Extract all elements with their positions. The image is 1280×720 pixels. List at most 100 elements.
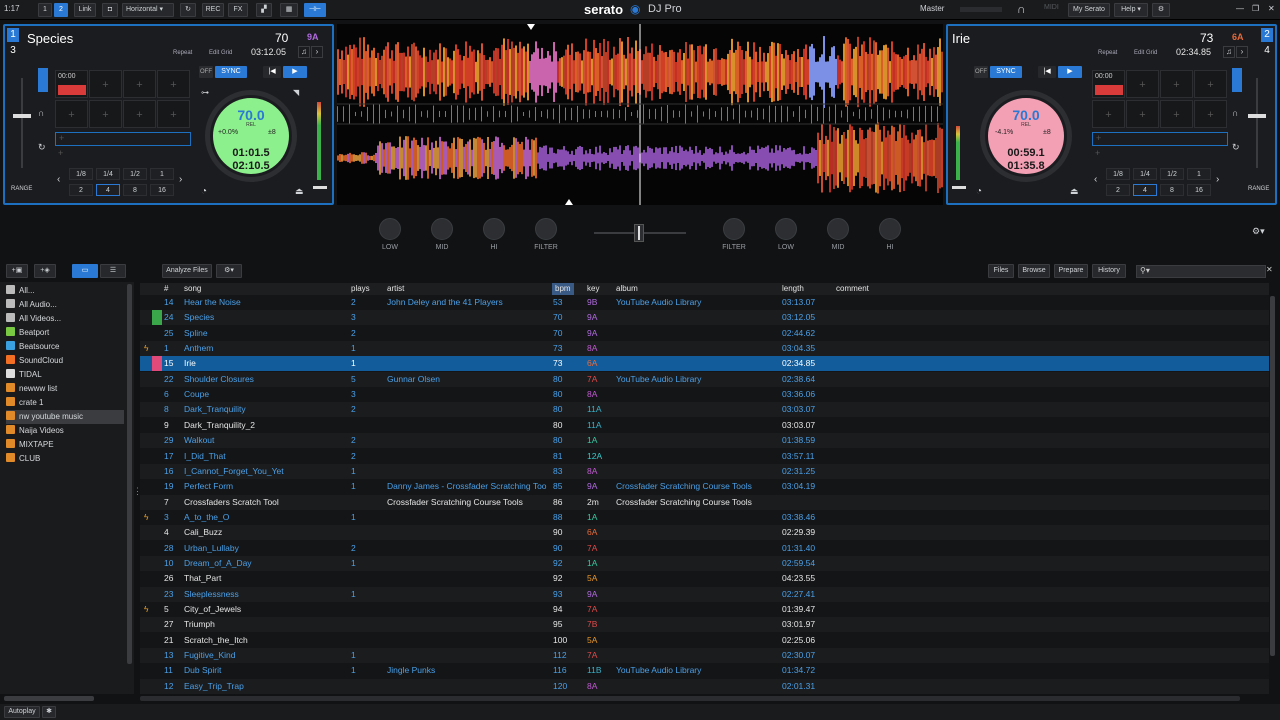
deck-a-edit-grid[interactable]: Edit Grid	[209, 50, 232, 56]
sidebar-hscrollbar[interactable]	[4, 696, 94, 701]
deck-a-hi-knob[interactable]	[483, 218, 505, 240]
deck-b-loop-8[interactable]: 8	[1160, 184, 1184, 196]
deck-a-loop-8[interactable]: 8	[123, 184, 147, 196]
col-song[interactable]: song	[184, 283, 201, 295]
deck-b-cue-3[interactable]: +	[1160, 70, 1193, 98]
deck-b-filter-knob[interactable]	[723, 218, 745, 240]
sidebar-crate[interactable]: Beatsource	[6, 340, 124, 354]
sidebar-crate[interactable]: SoundCloud	[6, 354, 124, 368]
headphones-icon[interactable]: ∩	[1017, 2, 1026, 16]
deck-b-cue-8[interactable]: +	[1194, 100, 1227, 128]
deck-a-filter-knob[interactable]	[535, 218, 557, 240]
deck-a-headphone-icon[interactable]: ∩	[38, 108, 44, 118]
sidebar-crate[interactable]: CLUB	[6, 452, 124, 466]
restore-icon[interactable]: ❐	[1252, 4, 1259, 13]
table-row[interactable]: 12 Easy_Trip_Trap 120 8A 02:01.31	[140, 678, 1269, 694]
deck-a-cue-1[interactable]: 00:00	[55, 70, 88, 98]
deck-b-loop-1-8[interactable]: 1/8	[1106, 168, 1130, 180]
table-row[interactable]: 14 Hear the Noise 2 John Deley and the 41 P…	[140, 295, 1269, 310]
deck-b-gain-handle[interactable]	[952, 186, 966, 189]
midi-icon[interactable]: ↻	[180, 3, 196, 17]
deck-b-cue-6[interactable]: +	[1126, 100, 1159, 128]
minimize-icon[interactable]: —	[1236, 4, 1244, 13]
rec-button[interactable]: REC	[202, 3, 224, 17]
col-bpm[interactable]: bpm	[552, 283, 574, 295]
deck-a-cue-5[interactable]: +	[55, 100, 88, 128]
deck-a-loop-1-2[interactable]: 1/2	[123, 168, 147, 180]
col-key[interactable]: key	[587, 283, 599, 295]
deck-a-cue-7[interactable]: +	[123, 100, 156, 128]
browse-tab[interactable]: Browse	[1018, 264, 1050, 278]
deck-a-loop-prev-icon[interactable]: ‹	[57, 174, 60, 185]
deck-b-play-icon[interactable]: ▶	[1058, 66, 1082, 78]
autoplay-settings-icon[interactable]: ✱	[42, 706, 56, 718]
sidebar-crate[interactable]: All...	[6, 284, 124, 298]
list-view-icon[interactable]: ☰	[100, 264, 126, 278]
deck-a-play-icon[interactable]: ▶	[283, 66, 307, 78]
deck-b-pitch-slider[interactable]	[1248, 114, 1266, 118]
deck-a-mid-knob[interactable]	[431, 218, 453, 240]
deck-a-pitch-slider[interactable]	[13, 114, 31, 118]
table-row[interactable]: ϟ 3 A_to_the_O 1 88 1A 03:38.46	[140, 510, 1269, 525]
table-row[interactable]: 6 Coupe 3 80 8A 03:36.06	[140, 387, 1269, 402]
table-row[interactable]: 4 Cali_Buzz 90 6A 02:29.39	[140, 525, 1269, 541]
deck-b-key-lock-icon[interactable]: ◔	[976, 186, 982, 197]
deck-2-button[interactable]: 2	[54, 3, 68, 17]
table-row[interactable]: 8 Dark_Tranquility 2 80 11A 03:03.07	[140, 402, 1269, 418]
deck-a-number-alt[interactable]: 3	[7, 44, 19, 58]
help-button[interactable]: Help ▾	[1114, 3, 1148, 17]
deck-b-cue-1[interactable]: 00:00	[1092, 70, 1125, 98]
deck-b-platter[interactable]: 70.0 REL -4.1% ±8 00:59.1 01:35.8	[980, 90, 1072, 182]
deck-b-cue-icon[interactable]: |◀	[1038, 66, 1056, 78]
table-row[interactable]: ϟ 5 City_of_Jewels 94 7A 01:39.47	[140, 602, 1269, 617]
deck-a-loop-2[interactable]: 2	[69, 184, 93, 196]
deck-a-key-lock-icon[interactable]: ◔	[201, 186, 207, 197]
deck-b-loop-next-icon[interactable]: ›	[1216, 174, 1219, 185]
sidebar-scrollbar[interactable]	[127, 284, 132, 664]
deck-1-button[interactable]: 1	[38, 3, 52, 17]
deck-b-loop-slot-2[interactable]: +	[1092, 148, 1228, 162]
deck-a-lock-icon[interactable]	[38, 68, 48, 92]
settings-gear-icon[interactable]: ⚙	[1152, 3, 1170, 17]
deck-b-mid-knob[interactable]	[827, 218, 849, 240]
table-row[interactable]: 26 That_Part 92 5A 04:23.55	[140, 571, 1269, 586]
files-tab[interactable]: Files	[988, 264, 1014, 278]
shield-icon[interactable]: ◘	[102, 3, 118, 17]
crossfader-icon[interactable]: ⊣⊢	[304, 3, 326, 17]
table-row[interactable]: 22 Shoulder Closures 5 Gunnar Olsen 80 7A YouT…	[140, 371, 1269, 387]
table-row[interactable]: 10 Dream_of_A_Day 1 92 1A 02:59.54	[140, 555, 1269, 571]
deck-a-loop-next-icon[interactable]: ›	[179, 174, 182, 185]
table-hscrollbar[interactable]	[140, 696, 1240, 701]
deck-b-repeat[interactable]: Repeat	[1098, 50, 1117, 56]
deck-b-loop-4[interactable]: 4	[1133, 184, 1157, 196]
table-scrollbar[interactable]	[1270, 296, 1275, 656]
crossfader-handle[interactable]	[634, 224, 644, 242]
deck-b-loop-1-4[interactable]: 1/4	[1133, 168, 1157, 180]
clear-search-icon[interactable]: ✕	[1266, 265, 1276, 278]
table-row[interactable]: 9 Dark_Tranquility_2 80 11A 03:03.07	[140, 418, 1269, 433]
col-length[interactable]: length	[782, 283, 804, 295]
table-row[interactable]: 7 Crossfaders Scratch Tool Crossfader Scra…	[140, 494, 1269, 510]
deck-a-cue-4[interactable]: +	[157, 70, 190, 98]
table-row[interactable]: 15 Irie 1 73 6A 02:34.85	[140, 356, 1269, 372]
autoplay-button[interactable]: Autoplay	[4, 706, 40, 718]
deck-b-hi-knob[interactable]	[879, 218, 901, 240]
table-row[interactable]: 27 Triumph 95 7B 03:01.97	[140, 617, 1269, 633]
col-plays[interactable]: plays	[351, 283, 370, 295]
deck-a-loop-icon[interactable]: ↻	[38, 142, 46, 153]
deck-a-slip-icon[interactable]: ◥	[293, 88, 299, 97]
deck-b-loop-2[interactable]: 2	[1106, 184, 1130, 196]
deck-a-gain-handle[interactable]	[313, 186, 327, 189]
sidebar-crate[interactable]: All Audio...	[6, 298, 124, 312]
sidebar-crate[interactable]: Naija Videos	[6, 424, 124, 438]
deck-b-range-label[interactable]: RANGE	[1248, 186, 1269, 192]
deck-b-cue-7[interactable]: +	[1160, 100, 1193, 128]
col-comment[interactable]: comment	[836, 283, 869, 295]
deck-b-cue-2[interactable]: +	[1126, 70, 1159, 98]
deck-a-range-label[interactable]: RANGE	[11, 186, 32, 192]
sidebar-crate[interactable]: Beatport	[6, 326, 124, 340]
link-button[interactable]: Link	[74, 3, 96, 17]
deck-a-next-icon[interactable]: ›	[311, 46, 323, 58]
col-artist[interactable]: artist	[387, 283, 404, 295]
deck-b-off-button[interactable]: OFF	[974, 66, 988, 78]
